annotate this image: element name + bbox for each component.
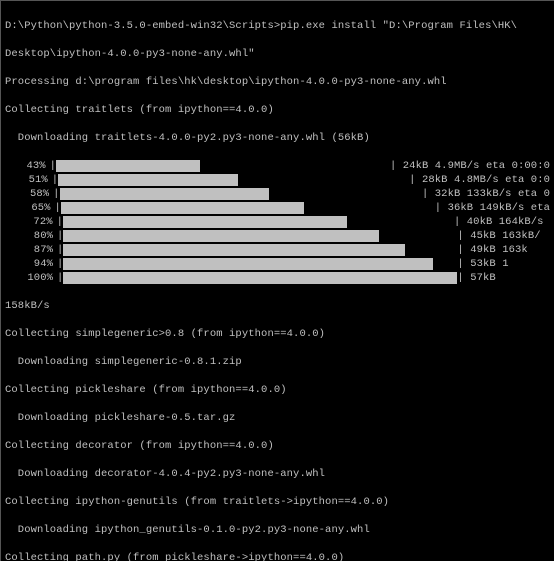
progress-fill bbox=[63, 258, 433, 270]
progress-fill bbox=[63, 244, 405, 256]
download-simplegeneric: Downloading simplegeneric-0.8.1.zip bbox=[5, 355, 550, 369]
progress-empty bbox=[238, 173, 409, 187]
progress-row: 65%|| 36kB 149kB/s eta bbox=[5, 201, 550, 215]
progress-row: 100%|| 57kB bbox=[5, 271, 550, 285]
progress-row: 72%|| 40kB 164kB/s bbox=[5, 215, 550, 229]
progress-percent: 72% bbox=[5, 215, 57, 229]
cmd-line-cont: Desktop\ipython-4.0.0-py3-none-any.whl" bbox=[5, 47, 550, 61]
progress-stats: | 57kB bbox=[457, 271, 495, 285]
collect-decorator: Collecting decorator (from ipython==4.0.… bbox=[5, 439, 550, 453]
progress-empty bbox=[433, 257, 457, 271]
progress-fill bbox=[63, 230, 379, 242]
cmd-line: D:\Python\python-3.5.0-embed-win32\Scrip… bbox=[5, 19, 550, 33]
collect-genutils: Collecting ipython-genutils (from traitl… bbox=[5, 495, 550, 509]
progress-stats: | 40kB 164kB/s bbox=[454, 215, 550, 229]
progress-fill bbox=[63, 272, 457, 284]
progress-empty bbox=[405, 243, 457, 257]
progress-fill bbox=[61, 202, 304, 214]
progress-stats: | 49kB 163k bbox=[457, 243, 527, 257]
progress-stats: | 24kB 4.9MB/s eta 0:00:0 bbox=[390, 159, 550, 173]
collect-pickleshare: Collecting pickleshare (from ipython==4.… bbox=[5, 383, 550, 397]
progress-row: 94%|| 53kB 1 bbox=[5, 257, 550, 271]
progress-stats: | 36kB 149kB/s eta bbox=[435, 201, 550, 215]
progress-percent: 58% bbox=[5, 187, 53, 201]
progress-percent: 51% bbox=[5, 173, 52, 187]
download-genutils: Downloading ipython_genutils-0.1.0-py2.p… bbox=[5, 523, 550, 537]
progress-percent: 87% bbox=[5, 243, 57, 257]
progress-percent: 100% bbox=[5, 271, 57, 285]
progress-fill bbox=[63, 216, 347, 228]
progress-percent: 94% bbox=[5, 257, 57, 271]
progress-empty bbox=[269, 187, 422, 201]
progress-fill bbox=[60, 188, 270, 200]
collect-simplegeneric: Collecting simplegeneric>0.8 (from ipyth… bbox=[5, 327, 550, 341]
download-traitlets: Downloading traitlets-4.0.0-py2.py3-none… bbox=[5, 131, 550, 145]
progress-percent: 43% bbox=[5, 159, 50, 173]
collect-traitlets: Collecting traitlets (from ipython==4.0.… bbox=[5, 103, 550, 117]
progress-percent: 80% bbox=[5, 229, 57, 243]
progress-row: 43%|| 24kB 4.9MB/s eta 0:00:0 bbox=[5, 159, 550, 173]
progress-row: 51%|| 28kB 4.8MB/s eta 0:0 bbox=[5, 173, 550, 187]
progress-stats: | 53kB 1 bbox=[457, 257, 508, 271]
progress-bars: 43%|| 24kB 4.9MB/s eta 0:00:051%|| 28kB … bbox=[5, 159, 550, 285]
download-decorator: Downloading decorator-4.0.4-py2.py3-none… bbox=[5, 467, 550, 481]
progress-empty bbox=[304, 201, 435, 215]
progress-fill bbox=[56, 160, 200, 172]
progress-row: 58%|| 32kB 133kB/s eta 0 bbox=[5, 187, 550, 201]
progress-empty bbox=[200, 159, 390, 173]
progress-stats: | 32kB 133kB/s eta 0 bbox=[422, 187, 550, 201]
progress-stats: | 45kB 163kB/ bbox=[457, 229, 540, 243]
collect-pathpy: Collecting path.py (from pickleshare->ip… bbox=[5, 551, 550, 561]
progress-empty bbox=[347, 215, 454, 229]
progress-percent: 65% bbox=[5, 201, 55, 215]
progress-row: 80%|| 45kB 163kB/ bbox=[5, 229, 550, 243]
progress-fill bbox=[58, 174, 238, 186]
progress-empty bbox=[379, 229, 457, 243]
progress-row: 87%|| 49kB 163k bbox=[5, 243, 550, 257]
rate-line: 158kB/s bbox=[5, 299, 550, 313]
download-pickleshare: Downloading pickleshare-0.5.tar.gz bbox=[5, 411, 550, 425]
progress-stats: | 28kB 4.8MB/s eta 0:0 bbox=[409, 173, 550, 187]
rate-text: 158kB/s bbox=[5, 300, 50, 312]
processing-line: Processing d:\program files\hk\desktop\i… bbox=[5, 75, 550, 89]
terminal-window[interactable]: D:\Python\python-3.5.0-embed-win32\Scrip… bbox=[0, 0, 554, 561]
